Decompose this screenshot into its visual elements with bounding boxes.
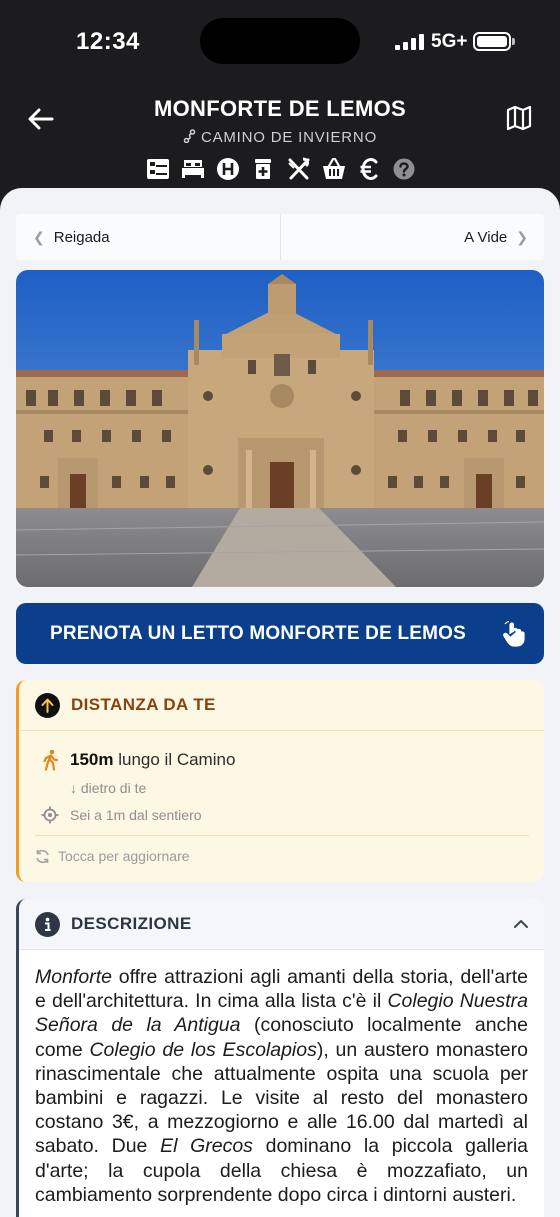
hotel-h-icon[interactable]	[216, 157, 240, 181]
book-bed-label: PRENOTA UN LETTO MONFORTE DE LEMOS	[50, 622, 467, 644]
tap-hand-icon	[503, 621, 525, 647]
battery-icon	[473, 32, 511, 51]
book-bed-button[interactable]: PRENOTA UN LETTO MONFORTE DE LEMOS	[16, 603, 544, 664]
euro-icon[interactable]	[357, 157, 381, 181]
header: MONFORTE DE LEMOS CAMINO DE INVIERNO	[0, 84, 560, 194]
next-stage-button[interactable]: A Vide ❯	[281, 214, 544, 260]
route-icon	[183, 129, 196, 143]
next-stage-label: A Vide	[464, 228, 508, 246]
description-emphasis: El Grecos	[160, 1135, 253, 1158]
route-label: CAMINO DE INVIERNO	[200, 129, 378, 146]
description-card: DESCRIZIONE Monforte offre attrazioni ag…	[16, 899, 544, 1217]
map-icon[interactable]	[505, 104, 533, 132]
distance-title: DISTANZA DA TE	[71, 695, 216, 714]
hero-image[interactable]	[16, 270, 544, 587]
description-header[interactable]: DESCRIZIONE	[19, 899, 544, 950]
distance-along: lungo il Camino	[118, 750, 236, 769]
page-title: MONFORTE DE LEMOS	[154, 96, 406, 121]
chevron-right-icon: ❯	[516, 228, 528, 245]
route-name: CAMINO DE INVIERNO	[0, 129, 560, 146]
description-emphasis: Monforte	[35, 966, 112, 988]
pharmacy-icon[interactable]	[251, 157, 275, 181]
signal-strength-icon	[395, 34, 424, 50]
description-text: Monforte offre attrazioni agli amanti de…	[19, 950, 544, 1207]
distance-card[interactable]: DISTANZA DA TE 150m lungo il Camino ↓ di…	[16, 680, 544, 882]
refresh-hint[interactable]: Tocca per aggiornare	[58, 848, 190, 864]
dynamic-island	[200, 18, 360, 64]
distance-direction: ↓ dietro di te	[70, 780, 147, 796]
status-time: 12:34	[76, 28, 140, 55]
previous-stage-label: Reigada	[53, 228, 110, 246]
shopping-basket-icon[interactable]	[322, 157, 346, 181]
network-type: 5G+	[431, 31, 468, 52]
bed-icon[interactable]	[181, 157, 205, 181]
status-bar: 12:34 5G+	[0, 0, 560, 84]
location-target-icon	[41, 806, 59, 824]
description-emphasis: Colegio de los Escolapios	[89, 1038, 317, 1061]
bunk-bed-icon[interactable]	[146, 157, 170, 181]
info-icon	[35, 911, 60, 937]
distance-amount: 150m	[70, 750, 114, 769]
previous-stage-button[interactable]: ❮ Reigada	[16, 214, 281, 260]
restaurant-icon[interactable]	[287, 157, 311, 181]
distance-divider	[35, 835, 529, 836]
help-icon[interactable]	[392, 157, 416, 181]
chevron-up-icon[interactable]	[512, 915, 530, 933]
walking-icon	[43, 749, 59, 771]
stage-navigation: ❮ Reigada A Vide ❯	[16, 214, 544, 260]
direction-arrow-icon	[35, 692, 60, 718]
content-sheet: ❮ Reigada A Vide ❯ PRENOTA UN LETTO MONF…	[0, 188, 560, 1217]
chevron-left-icon: ❮	[33, 228, 45, 245]
battery-tip	[512, 38, 515, 45]
distance-from-path: Sei a 1m dal sentiero	[70, 807, 202, 823]
distance-header: DISTANZA DA TE	[19, 680, 544, 731]
amenities-bar	[146, 156, 416, 182]
refresh-icon[interactable]	[35, 849, 50, 864]
description-title: DESCRIZIONE	[71, 914, 192, 933]
distance-value: 150m lungo il Camino	[70, 750, 235, 770]
